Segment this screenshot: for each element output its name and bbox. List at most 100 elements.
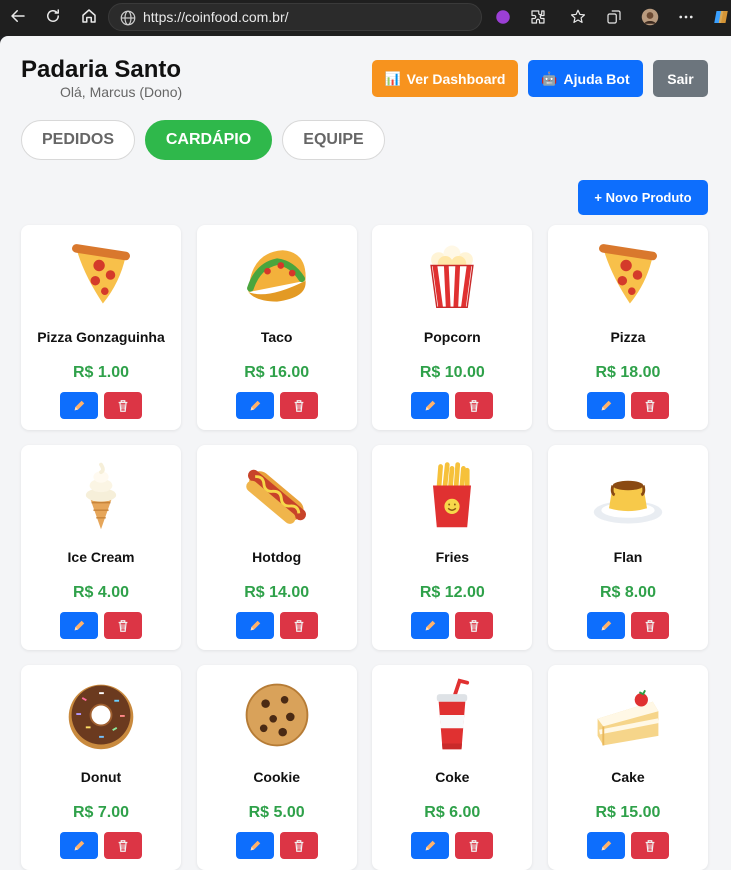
delete-product-button[interactable]: [279, 392, 318, 419]
delete-product-button[interactable]: [455, 392, 494, 419]
profile-button[interactable]: [639, 6, 661, 28]
delete-product-button[interactable]: [630, 612, 669, 639]
edit-product-button[interactable]: [60, 832, 98, 859]
ice-cream-icon: [21, 455, 181, 535]
new-product-button[interactable]: + Novo Produto: [578, 180, 708, 215]
product-price: R$ 8.00: [599, 584, 656, 601]
product-name: Popcorn: [423, 329, 481, 345]
product-price: R$ 12.00: [419, 584, 485, 601]
edit-product-button[interactable]: [235, 392, 274, 419]
product-price: R$ 18.00: [595, 364, 661, 381]
pizza-icon: [21, 235, 181, 315]
tab-pedidos[interactable]: PEDIDOS: [21, 120, 135, 160]
taco-icon: [197, 235, 357, 315]
reload-button[interactable]: [42, 5, 64, 27]
product-name: Coke: [435, 769, 470, 785]
logout-button[interactable]: Sair: [653, 60, 708, 97]
favorites-star-icon: [570, 9, 586, 23]
pizza-icon: [548, 235, 708, 315]
pencil-icon: [250, 620, 260, 630]
chart-icon: 📊: [384, 70, 401, 86]
trash-icon: [118, 619, 128, 632]
trash-icon: [469, 839, 479, 852]
hotdog-icon: [197, 455, 357, 535]
edit-product-button[interactable]: [60, 392, 98, 419]
popcorn-icon: [372, 235, 532, 315]
product-card: Popcorn R$ 10.00: [372, 225, 533, 430]
product-price: R$ 14.00: [244, 584, 310, 601]
edit-product-button[interactable]: [586, 612, 625, 639]
product-card: Donut R$ 7.00: [21, 665, 181, 870]
tab-cardapio[interactable]: CARDÁPIO: [145, 120, 272, 160]
pencil-icon: [250, 840, 260, 850]
help-bot-button[interactable]: 🤖 Ajuda Bot: [528, 60, 643, 97]
cake-icon: [548, 675, 708, 755]
collections-button[interactable]: [603, 6, 625, 28]
product-card: Hotdog R$ 14.00: [196, 445, 357, 650]
delete-product-button[interactable]: [279, 832, 318, 859]
product-name: Ice Cream: [67, 549, 135, 565]
trash-icon: [469, 619, 479, 632]
trash-icon: [118, 399, 128, 412]
favorites-button[interactable]: [567, 6, 589, 28]
delete-product-button[interactable]: [104, 612, 142, 639]
product-price: R$ 4.00: [72, 584, 130, 601]
delete-product-button[interactable]: [630, 392, 669, 419]
pencil-icon: [425, 400, 436, 410]
trash-icon: [118, 839, 128, 852]
coke-icon: [372, 675, 532, 755]
globe-icon: [120, 10, 136, 26]
edit-product-button[interactable]: [586, 392, 625, 419]
view-dashboard-button[interactable]: 📊 Ver Dashboard: [372, 60, 518, 97]
trash-icon: [294, 399, 304, 412]
trash-icon: [645, 839, 655, 852]
delete-product-button[interactable]: [104, 832, 142, 859]
delete-product-button[interactable]: [630, 832, 669, 859]
edit-product-button[interactable]: [411, 832, 450, 859]
product-name: Pizza: [610, 329, 646, 345]
product-name: Cake: [611, 769, 645, 785]
edit-product-button[interactable]: [586, 832, 625, 859]
edit-product-button[interactable]: [411, 392, 450, 419]
collections-icon: [607, 10, 621, 24]
extension-lr-button[interactable]: [492, 6, 514, 28]
extension-lr-icon: [496, 10, 510, 24]
edit-product-button[interactable]: [60, 612, 98, 639]
trash-icon: [469, 399, 479, 412]
home-button[interactable]: [78, 5, 100, 27]
product-card: Fries R$ 12.00: [372, 445, 533, 650]
product-price: R$ 15.00: [595, 804, 661, 821]
delete-product-button[interactable]: [104, 392, 142, 419]
product-name: Fries: [435, 549, 470, 565]
extensions-button[interactable]: [527, 6, 549, 28]
pencil-icon: [601, 400, 612, 410]
edit-product-button[interactable]: [235, 832, 274, 859]
pencil-icon: [250, 400, 260, 410]
copilot-button[interactable]: [710, 6, 731, 28]
delete-product-button[interactable]: [455, 832, 494, 859]
product-price: R$ 10.00: [419, 364, 485, 381]
robot-icon: 🤖: [541, 70, 558, 86]
edit-product-button[interactable]: [235, 612, 274, 639]
product-price: R$ 1.00: [72, 364, 130, 381]
address-bar[interactable]: https://coinfood.com.br/: [108, 3, 482, 31]
fries-icon: [372, 455, 532, 535]
view-dashboard-label: Ver Dashboard: [406, 70, 506, 87]
delete-product-button[interactable]: [455, 612, 494, 639]
product-name: Flan: [613, 549, 643, 565]
browser-toolbar: https://coinfood.com.br/: [0, 0, 731, 36]
product-name: Pizza Gonzaguinha: [37, 329, 165, 345]
pencil-icon: [601, 840, 612, 850]
pencil-icon: [601, 620, 612, 630]
more-menu-button[interactable]: [675, 6, 697, 28]
home-icon: [82, 9, 96, 23]
edit-product-button[interactable]: [411, 612, 450, 639]
product-name: Cookie: [253, 769, 300, 785]
product-price: R$ 5.00: [248, 804, 305, 821]
product-price: R$ 16.00: [244, 364, 310, 381]
back-button[interactable]: [7, 5, 29, 27]
page-content: Padaria Santo Olá, Marcus (Dono) 📊 Ver D…: [0, 36, 731, 870]
delete-product-button[interactable]: [279, 612, 318, 639]
tab-equipe[interactable]: EQUIPE: [282, 120, 385, 160]
trash-icon: [645, 619, 655, 632]
